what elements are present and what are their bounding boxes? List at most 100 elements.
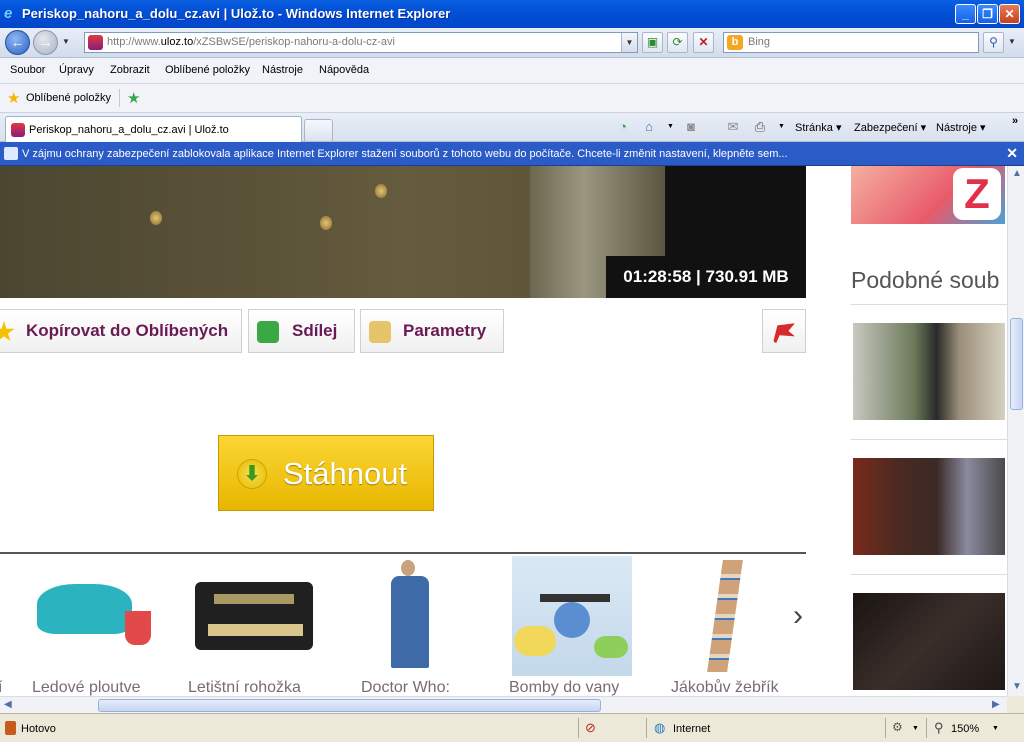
- security-menu[interactable]: Zabezpečení ▾: [854, 121, 926, 134]
- window-title: Periskop_nahoru_a_dolu_cz.avi | Ulož.to …: [22, 6, 451, 21]
- similar-file-thumbnail[interactable]: [853, 323, 1005, 420]
- tools-menu[interactable]: Nástroje ▾: [936, 121, 986, 134]
- home-icon[interactable]: ⌂: [640, 118, 658, 136]
- back-button[interactable]: ←: [5, 30, 30, 55]
- new-tab-button[interactable]: [304, 119, 333, 141]
- scroll-up-icon[interactable]: ▲: [1012, 168, 1022, 179]
- scroll-left-icon[interactable]: ◀: [4, 699, 12, 710]
- menu-napoveda[interactable]: Nápověda: [319, 64, 369, 76]
- history-dropdown-icon[interactable]: ▼: [62, 37, 70, 46]
- refresh-icon[interactable]: ⟳: [667, 32, 688, 53]
- status-text: Hotovo: [21, 723, 56, 735]
- product-image-bath-bombs[interactable]: [512, 556, 632, 676]
- tab-active[interactable]: Periskop_nahoru_a_dolu_cz.avi | Ulož.to: [5, 116, 302, 142]
- status-separator: [646, 718, 647, 738]
- compatibility-icon[interactable]: ▣: [642, 32, 663, 53]
- status-separator: [885, 718, 886, 738]
- more-commands-icon[interactable]: »: [1012, 115, 1018, 127]
- page-content: 01:28:58 | 730.91 MB Kopírovat do Oblíbe…: [0, 166, 1007, 696]
- product-image-doctor-who-robe[interactable]: [385, 556, 440, 676]
- product-image-airport-mat[interactable]: [194, 556, 314, 676]
- carousel-next-button[interactable]: ›: [793, 599, 803, 633]
- search-box[interactable]: b Bing: [723, 32, 979, 53]
- menu-zobrazit[interactable]: Zobrazit: [110, 64, 150, 76]
- product-image-ice-fins[interactable]: [33, 556, 158, 676]
- video-player[interactable]: 01:28:58 | 730.91 MB: [0, 166, 806, 298]
- carousel-prev-item[interactable]: í: [0, 679, 2, 696]
- product-name[interactable]: Jákobův žebřík: [671, 679, 779, 696]
- ie-logo-icon: e: [4, 5, 13, 22]
- stop-icon[interactable]: ✕: [693, 32, 714, 53]
- favorites-separator: [119, 89, 120, 107]
- share-button[interactable]: Sdílej: [248, 309, 355, 353]
- print-icon[interactable]: ⎙: [751, 118, 769, 136]
- address-dropdown-icon[interactable]: ▼: [621, 33, 637, 52]
- protected-mode-icon[interactable]: ⊘: [585, 720, 596, 736]
- page-menu[interactable]: Stránka ▾: [795, 121, 842, 134]
- favorites-button[interactable]: Oblíbené položky: [26, 92, 111, 104]
- search-options-icon[interactable]: ▼: [1008, 37, 1016, 46]
- scroll-down-icon[interactable]: ▼: [1012, 681, 1022, 692]
- favorites-star-icon: ★: [7, 90, 21, 107]
- rss-icon[interactable]: ◙: [682, 118, 700, 136]
- maximize-button[interactable]: ❐: [977, 4, 998, 24]
- window-titlebar: e Periskop_nahoru_a_dolu_cz.avi | Ulož.t…: [0, 0, 1024, 28]
- report-button[interactable]: [762, 309, 806, 353]
- minimize-button[interactable]: _: [955, 4, 976, 24]
- security-zone[interactable]: Internet: [673, 723, 710, 735]
- menu-nastroje[interactable]: Nástroje: [262, 64, 303, 76]
- feeds-status-icon[interactable]: ◔: [614, 118, 632, 136]
- globe-icon: ◍: [654, 720, 666, 735]
- menu-oblibene[interactable]: Oblíbené položky: [165, 64, 250, 76]
- menu-upravy[interactable]: Úpravy: [59, 64, 94, 76]
- similar-file-thumbnail[interactable]: [853, 458, 1005, 555]
- sidebar-banner-image[interactable]: Z: [851, 166, 1005, 224]
- navigation-bar: ← → ▼ http://www.uloz.to/xZSBwSE/perisko…: [0, 28, 1024, 58]
- horizontal-scrollbar[interactable]: ◀ ▶: [0, 696, 1007, 713]
- horizontal-scroll-thumb[interactable]: [98, 699, 601, 712]
- sidebar-title: Podobné soub: [851, 267, 1000, 293]
- zoom-level[interactable]: 150%: [951, 723, 979, 735]
- print-dropdown-icon[interactable]: ▼: [778, 123, 785, 130]
- home-dropdown-icon[interactable]: ▼: [667, 123, 674, 130]
- forward-button[interactable]: →: [33, 30, 58, 55]
- menu-soubor[interactable]: Soubor: [10, 64, 45, 76]
- copy-to-favorites-button[interactable]: Kopírovat do Oblíbených: [0, 309, 242, 353]
- similar-file-thumbnail[interactable]: [853, 593, 1005, 690]
- address-url[interactable]: http://www.uloz.to/xZSBwSE/periskop-naho…: [107, 36, 395, 48]
- product-image-jacobs-ladder[interactable]: [703, 556, 759, 676]
- sidebar-divider: [851, 574, 1007, 575]
- page-status-icon: [5, 721, 16, 735]
- information-bar-message[interactable]: V zájmu ochrany zabezpečení zablokovala …: [22, 148, 788, 160]
- search-placeholder: Bing: [748, 36, 771, 48]
- address-bar[interactable]: http://www.uloz.to/xZSBwSE/periskop-naho…: [84, 32, 638, 53]
- close-button[interactable]: ✕: [999, 4, 1020, 24]
- product-name[interactable]: Letištní rohožka: [188, 679, 301, 696]
- scroll-right-icon[interactable]: ▶: [992, 699, 1000, 710]
- share-label: Sdílej: [292, 321, 338, 340]
- pop-up-blocker-icon[interactable]: ⚙: [892, 720, 903, 734]
- status-bar: Hotovo ⊘ ◍ Internet ⚙ ▼ ⚲ 150% ▼: [0, 713, 1024, 742]
- pop-up-dropdown-icon[interactable]: ▼: [912, 725, 919, 732]
- product-name[interactable]: Doctor Who:: [361, 679, 450, 696]
- download-label: Stáhnout: [283, 456, 408, 491]
- vertical-scroll-thumb[interactable]: [1010, 318, 1023, 410]
- star-icon: [0, 321, 15, 342]
- uloz-logo-icon: Z: [953, 168, 1001, 220]
- add-favorite-icon[interactable]: ★: [127, 89, 140, 107]
- infobar-close-icon[interactable]: ✕: [1006, 145, 1018, 162]
- mail-icon[interactable]: ✉: [724, 118, 742, 136]
- download-button[interactable]: ⬇ Stáhnout: [218, 435, 434, 511]
- search-icon[interactable]: ⚲: [983, 32, 1004, 53]
- information-bar[interactable]: V zájmu ochrany zabezpečení zablokovala …: [0, 142, 1024, 166]
- tab-favicon-icon: [11, 123, 25, 137]
- product-name[interactable]: Ledové ploutve: [32, 679, 141, 696]
- sidebar-divider: [851, 439, 1007, 440]
- parameters-button[interactable]: Parametry: [360, 309, 504, 353]
- favorites-bar: ★ Oblíbené položky ★: [0, 84, 1024, 113]
- status-separator: [578, 718, 579, 738]
- zoom-dropdown-icon[interactable]: ▼: [992, 725, 999, 732]
- product-name[interactable]: Bomby do vany: [509, 679, 619, 696]
- vertical-scrollbar[interactable]: ▲ ▼: [1007, 166, 1024, 696]
- video-frame-detail: [320, 216, 332, 230]
